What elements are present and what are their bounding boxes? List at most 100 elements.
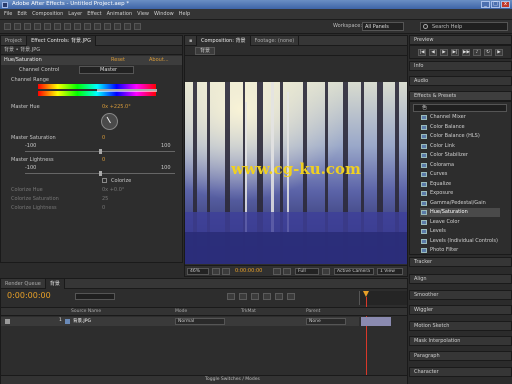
audio-icon[interactable]: ♪: [473, 49, 481, 56]
prev-frame-icon[interactable]: ◀: [429, 49, 437, 56]
maximize-button[interactable]: □: [491, 1, 500, 8]
effect-list-item[interactable]: Gamma/Pedestal/Gain: [420, 199, 500, 208]
puppet-tool-icon[interactable]: [134, 23, 141, 30]
timeline-timecode[interactable]: 0:00:00:00: [7, 291, 51, 300]
menu-item-animation[interactable]: Animation: [107, 11, 133, 17]
timeline-search-field[interactable]: [75, 293, 115, 300]
tab-timeline-comp[interactable]: 背景: [45, 278, 65, 289]
draft-3d-icon[interactable]: [239, 293, 247, 300]
layer-duration-bar[interactable]: [361, 317, 391, 326]
play-icon[interactable]: ▶: [440, 49, 448, 56]
region-of-interest-icon[interactable]: [322, 268, 330, 275]
effect-name[interactable]: Hue/Saturation: [4, 57, 42, 63]
menu-item-layer[interactable]: Layer: [68, 11, 82, 17]
channel-control-select[interactable]: Master: [79, 66, 134, 74]
effect-list-item[interactable]: Color Balance: [420, 123, 500, 132]
snapshot-icon[interactable]: [273, 268, 281, 275]
tab-project[interactable]: Project: [1, 35, 28, 46]
about-link[interactable]: About...: [149, 57, 169, 63]
shy-layers-icon[interactable]: [251, 293, 259, 300]
composition-viewer[interactable]: www.cg-ku.com: [185, 82, 407, 264]
resolution-select[interactable]: Full: [295, 268, 319, 275]
info-panel-header[interactable]: Info: [409, 61, 512, 71]
effect-list-item[interactable]: Channel Mixer: [420, 113, 500, 122]
last-frame-icon[interactable]: ▶▶: [462, 49, 470, 56]
effect-list-item[interactable]: Levels (Individual Controls): [420, 237, 500, 246]
next-frame-icon[interactable]: ▶|: [451, 49, 459, 56]
preview-panel-header[interactable]: Preview: [409, 35, 512, 45]
tab-footage[interactable]: Footage: (none): [251, 35, 300, 46]
master-hue-value[interactable]: 0x +225.0°: [102, 104, 131, 110]
pen-tool-icon[interactable]: [74, 23, 81, 30]
effect-list-item[interactable]: Color Stabilizer: [420, 151, 500, 160]
view-layout-select[interactable]: 1 View: [377, 268, 403, 275]
effect-list-item[interactable]: Color Link: [420, 142, 500, 151]
mask-tool-icon[interactable]: [64, 23, 71, 30]
comp-subtab[interactable]: 背景: [195, 47, 216, 55]
paragraph-panel-header[interactable]: Paragraph: [409, 351, 512, 361]
comp-lock-icon[interactable]: ▪: [185, 35, 197, 46]
eye-icon[interactable]: [5, 319, 10, 324]
wiggler-panel-header[interactable]: Wiggler: [409, 305, 512, 315]
character-panel-header[interactable]: Character: [409, 367, 512, 377]
zoom-select[interactable]: 46%: [187, 268, 209, 275]
effect-list-item[interactable]: Photo Filter: [420, 246, 500, 255]
comp-timecode[interactable]: 0:00:00:00: [235, 268, 262, 274]
graph-editor-icon[interactable]: [287, 293, 295, 300]
hand-tool-icon[interactable]: [14, 23, 21, 30]
effects-search-field[interactable]: 色: [413, 104, 507, 112]
col-source-name[interactable]: Source Name: [71, 309, 101, 314]
camera-tool-icon[interactable]: [44, 23, 51, 30]
text-tool-icon[interactable]: [84, 23, 91, 30]
effect-list-item[interactable]: Exposure: [420, 189, 500, 198]
minimize-button[interactable]: _: [481, 1, 490, 8]
layer-row[interactable]: 1 背景.JPG Normal None: [1, 317, 359, 326]
col-mode[interactable]: Mode: [175, 309, 187, 314]
layer-mode-select[interactable]: Normal: [175, 318, 225, 325]
first-frame-icon[interactable]: |◀: [418, 49, 426, 56]
tab-render-queue[interactable]: Render Queue: [1, 278, 46, 289]
align-panel-header[interactable]: Align: [409, 274, 512, 284]
motion-sketch-panel-header[interactable]: Motion Sketch: [409, 321, 512, 331]
effect-list-item[interactable]: Curves: [420, 170, 500, 179]
lightness-slider-knob[interactable]: [99, 171, 102, 176]
effect-list-item[interactable]: Colorama: [420, 161, 500, 170]
brush-tool-icon[interactable]: [94, 23, 101, 30]
master-saturation-value[interactable]: 0: [102, 135, 105, 141]
close-button[interactable]: x: [501, 1, 510, 8]
motion-blur-icon[interactable]: [275, 293, 283, 300]
menu-item-view[interactable]: View: [137, 11, 149, 17]
selection-tool-icon[interactable]: [4, 23, 11, 30]
menu-item-composition[interactable]: Composition: [32, 11, 63, 17]
menu-item-window[interactable]: Window: [154, 11, 174, 17]
comp-mini-flowchart-icon[interactable]: [227, 293, 235, 300]
audio-panel-header[interactable]: Audio: [409, 76, 512, 86]
camera-select[interactable]: Active Camera: [334, 268, 374, 275]
frame-blending-icon[interactable]: [263, 293, 271, 300]
smoother-panel-header[interactable]: Smoother: [409, 290, 512, 300]
grid-icon[interactable]: [212, 268, 220, 275]
menu-item-edit[interactable]: Edit: [17, 11, 27, 17]
toggle-switches-modes[interactable]: Toggle Switches / Modes: [205, 377, 260, 382]
tab-effect-controls[interactable]: Effect Controls: 背景.JPG: [27, 35, 96, 46]
mask-visibility-icon[interactable]: [222, 268, 230, 275]
menu-item-effect[interactable]: Effect: [87, 11, 101, 17]
layer-name[interactable]: 背景.JPG: [73, 318, 91, 324]
eraser-tool-icon[interactable]: [114, 23, 121, 30]
effects-presets-panel-header[interactable]: Effects & Presets: [409, 91, 512, 101]
effect-list-item[interactable]: Levels: [420, 227, 500, 236]
tracker-panel-header[interactable]: Tracker: [409, 257, 512, 267]
effect-list-item[interactable]: Color Balance (HLS): [420, 132, 500, 141]
mask-interpolation-panel-header[interactable]: Mask Interpolation: [409, 336, 512, 346]
menu-item-help[interactable]: Help: [179, 11, 190, 17]
tab-composition[interactable]: Composition: 背景: [197, 35, 251, 46]
show-channel-icon[interactable]: [283, 268, 291, 275]
colorize-checkbox[interactable]: [102, 178, 107, 183]
col-parent[interactable]: Parent: [306, 309, 320, 314]
clone-stamp-tool-icon[interactable]: [104, 23, 111, 30]
pan-behind-tool-icon[interactable]: [54, 23, 61, 30]
zoom-tool-icon[interactable]: [24, 23, 31, 30]
master-hue-dial-icon[interactable]: [101, 113, 118, 130]
effect-list-item[interactable]: Leave Color: [420, 218, 500, 227]
master-lightness-value[interactable]: 0: [102, 157, 105, 163]
